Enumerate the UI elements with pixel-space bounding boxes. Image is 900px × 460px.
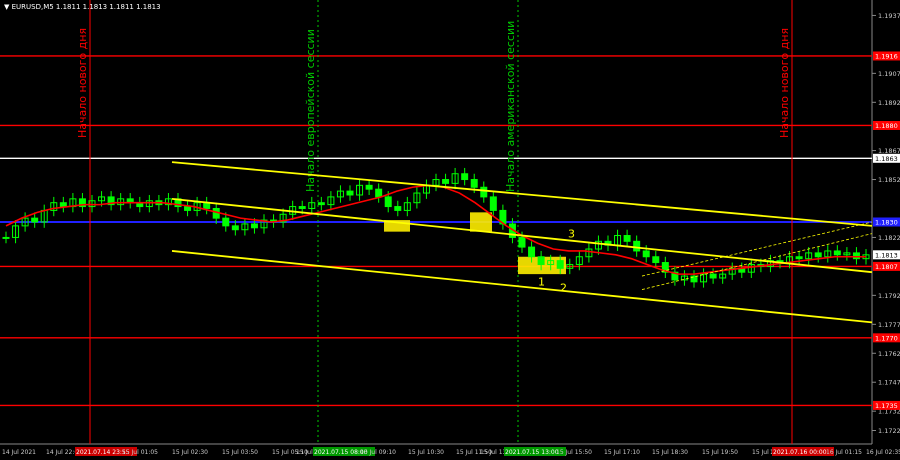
time-tick-label: 16 Jul 01:15 (826, 449, 862, 456)
candle-body (642, 250, 650, 258)
candle-body (394, 206, 402, 211)
signal-zone (470, 212, 492, 232)
candle-body (480, 186, 488, 198)
price-tick-label: 1.1892 (878, 99, 900, 107)
time-tick-label: 15 Jul 15:50 (556, 449, 592, 456)
candle-body (59, 202, 67, 208)
candle-body (709, 273, 717, 279)
price-tag-label: 1.1880 (875, 122, 898, 130)
candle-body (633, 240, 641, 252)
candle-body (346, 190, 354, 196)
price-tick-label: 1.1852 (878, 176, 900, 184)
price-tick-label: 1.1747 (878, 379, 900, 387)
time-tick-label: 2021.07.15 13:00 (505, 449, 559, 456)
candle-body (298, 206, 306, 209)
candle-body (442, 179, 450, 184)
candle-body (556, 260, 564, 269)
price-tag-label: 1.1863 (875, 155, 898, 163)
candle-body (31, 217, 39, 223)
chart-background (0, 0, 900, 460)
price-tag-label: 1.1830 (875, 219, 898, 227)
time-tick-label: 15 Jul 10:30 (408, 449, 444, 456)
session-label: Начало нового дня (76, 28, 89, 138)
candle-body (461, 173, 469, 181)
time-tick-label: 14 Jul 2021 (2, 449, 36, 456)
signal-number: 2 (560, 281, 567, 294)
price-tick-label: 1.1777 (878, 321, 900, 329)
time-tick-label: 15 Jul 09:10 (360, 449, 396, 456)
candle-body (537, 256, 545, 265)
time-tick-label: 15 Jul 18:30 (652, 449, 688, 456)
price-tick-label: 1.1792 (878, 292, 900, 300)
price-tag-label: 1.1735 (875, 402, 898, 410)
candle-body (317, 202, 325, 206)
signal-number: 3 (568, 227, 575, 240)
price-tick-label: 1.1762 (878, 350, 900, 358)
candle-body (375, 188, 383, 198)
candle-body (365, 184, 373, 190)
price-tag-label: 1.1807 (875, 263, 898, 271)
time-tick-label: 15 Jul 17:10 (604, 449, 640, 456)
chart-canvas[interactable]: Начало нового дня Начало европейской сесс… (0, 0, 900, 460)
time-tick-label: 15 Jul 01:05 (122, 449, 158, 456)
time-tick-label: 16 Jul 02:35 (866, 449, 900, 456)
price-tag-label: 1.1813 (875, 251, 898, 259)
session-label: Начало нового дня (778, 28, 791, 138)
price-tick-label: 1.1822 (878, 234, 900, 242)
signal-number: 1 (538, 276, 545, 289)
candle-body (184, 206, 192, 211)
price-tag-label: 1.1770 (875, 334, 898, 342)
candle-body (222, 217, 230, 227)
candle-body (231, 225, 239, 231)
candle-body (690, 275, 698, 283)
candle-body (518, 236, 526, 248)
candle-body (2, 236, 10, 239)
time-tick-label: 15 Jul 03:50 (222, 449, 258, 456)
time-tick-label: 2021.07.16 00:00 (773, 449, 827, 456)
symbol-info: ▼ EURUSD,M5 1.1811 1.1813 1.1811 1.1813 (4, 3, 161, 11)
candle-body (833, 250, 841, 256)
candle-body (814, 252, 822, 258)
time-tick-label: 15 Jul 02:30 (172, 449, 208, 456)
session-label: Начало европейской сессии (304, 29, 317, 192)
candle-body (852, 252, 860, 260)
candle-body (623, 235, 631, 242)
candle-body (384, 196, 392, 208)
candle-body (250, 223, 258, 229)
candle-body (528, 246, 536, 258)
time-tick-label: 15 Jul 19:50 (702, 449, 738, 456)
candle-body (795, 256, 803, 260)
price-tick-label: 1.1722 (878, 427, 900, 435)
price-tick-label: 1.1907 (878, 70, 900, 78)
candle-body (652, 256, 660, 264)
candle-body (489, 196, 497, 211)
trading-chart[interactable]: Начало нового дня Начало европейской сесс… (0, 0, 900, 460)
price-tick-label: 1.1937 (878, 12, 900, 20)
session-label: Начало американской сессии (504, 21, 517, 192)
price-tag-label: 1.1916 (875, 52, 898, 60)
candle-body (470, 179, 478, 188)
